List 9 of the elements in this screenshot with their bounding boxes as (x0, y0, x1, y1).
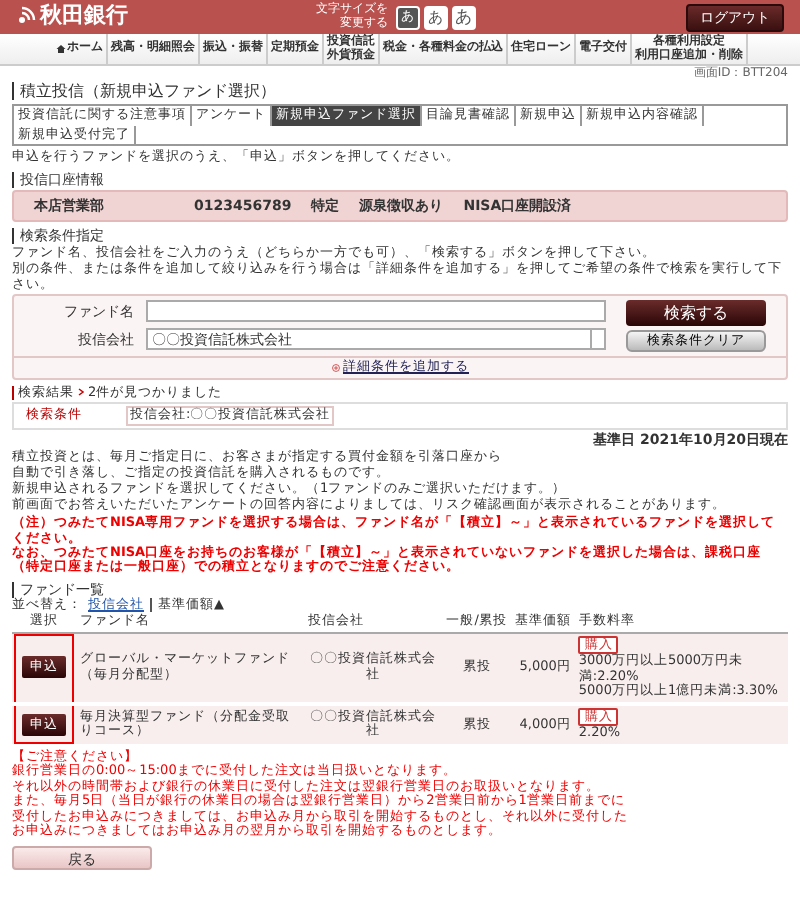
logo-icon (16, 6, 36, 27)
fund-name-field[interactable] (146, 300, 606, 323)
font-size-button[interactable]: あ (452, 5, 476, 29)
home-icon (55, 44, 65, 55)
page-title: 積立投信（新規申込ファンド選択） (12, 82, 788, 101)
plus-icon (331, 363, 339, 372)
search-button[interactable]: 検索する (626, 300, 766, 327)
bank-logo: 秋田銀行 (40, 4, 128, 30)
chevron-icon (78, 388, 84, 397)
